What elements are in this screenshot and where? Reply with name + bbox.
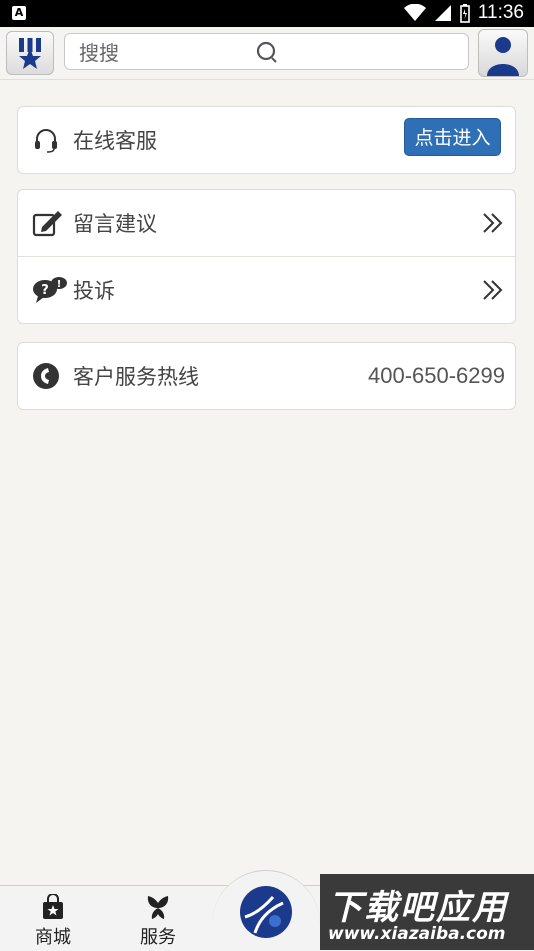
shopping-bag-icon xyxy=(8,894,98,920)
clock: 11:36 xyxy=(477,2,524,23)
hotline-phone-number[interactable]: 400-650-6299 xyxy=(368,363,505,389)
tab-service[interactable]: 服务 xyxy=(113,886,203,951)
double-chevron-right-icon xyxy=(481,257,505,323)
suggestion-label: 留言建议 xyxy=(73,212,157,236)
top-header xyxy=(0,27,534,80)
watermark-logo: 下载吧应用 www.xiazaiba.com xyxy=(320,874,534,950)
battery-icon xyxy=(460,3,470,23)
suggestion-row[interactable]: 留言建议 xyxy=(18,190,515,256)
user-profile-button[interactable] xyxy=(478,29,528,77)
search-box[interactable] xyxy=(64,33,469,70)
watermark-url: www.xiazaiba.com xyxy=(328,924,506,944)
online-service-card: 在线客服 点击进入 xyxy=(17,106,516,174)
wifi-icon xyxy=(403,4,426,21)
svg-text:!: ! xyxy=(57,279,62,290)
signal-icon xyxy=(434,5,451,21)
double-chevron-right-icon xyxy=(481,190,505,256)
online-service-label: 在线客服 xyxy=(73,129,157,153)
brand-globe-icon xyxy=(240,886,292,938)
complaint-row[interactable]: ? ! 投诉 xyxy=(18,256,515,323)
search-icon[interactable] xyxy=(256,41,280,65)
user-icon xyxy=(487,37,519,76)
notification-icon: A xyxy=(12,6,26,20)
edit-icon xyxy=(32,190,64,256)
brand-logo-icon xyxy=(19,38,41,69)
center-home-button[interactable] xyxy=(212,870,320,950)
logo-button[interactable] xyxy=(6,31,54,75)
tab-service-label: 服务 xyxy=(140,927,176,948)
watermark-title: 下载吧应用 xyxy=(328,888,508,928)
tab-mall[interactable]: 商城 xyxy=(8,886,98,951)
svg-text:?: ? xyxy=(41,283,49,298)
tab-mall-label: 商城 xyxy=(35,927,71,948)
hotline-card: 客户服务热线 400-650-6299 xyxy=(17,342,516,410)
flower-icon xyxy=(113,894,203,920)
feedback-card: 留言建议 ? ! 投诉 xyxy=(17,189,516,324)
search-input[interactable] xyxy=(77,39,251,67)
speech-bubbles-icon: ? ! xyxy=(32,257,68,323)
status-bar: A 11:36 xyxy=(0,0,534,27)
headset-icon xyxy=(32,107,60,173)
hotline-row[interactable]: 客户服务热线 400-650-6299 xyxy=(18,343,515,409)
hotline-label: 客户服务热线 xyxy=(73,365,199,389)
online-service-row: 在线客服 点击进入 xyxy=(18,107,515,173)
enter-chat-button[interactable]: 点击进入 xyxy=(404,118,501,156)
phone-circle-icon xyxy=(32,343,60,409)
status-icons: 11:36 xyxy=(403,2,524,24)
complaint-label: 投诉 xyxy=(73,279,115,303)
